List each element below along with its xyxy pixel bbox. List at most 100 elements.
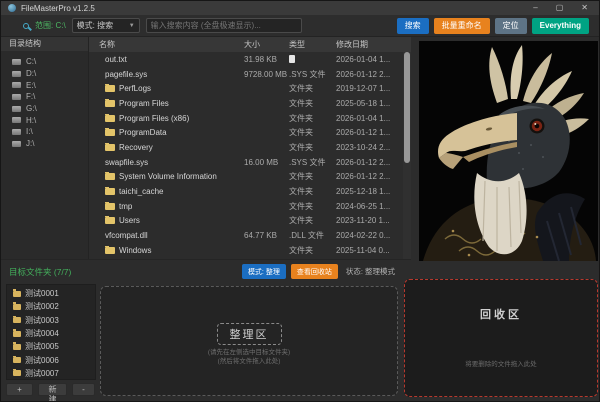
table-row[interactable]: Program Files (x86) 文件夹 2026-01-04 1... xyxy=(89,111,411,126)
remove-folder-button[interactable]: - xyxy=(72,383,95,396)
drive-icon xyxy=(12,71,21,77)
file-name: tmp xyxy=(119,202,132,211)
mode-toggle-button[interactable]: 模式: 整理 xyxy=(242,264,286,279)
drive-item[interactable]: F:\ xyxy=(1,91,88,103)
drive-label: F:\ xyxy=(26,92,35,101)
new-folder-button[interactable]: 新建 xyxy=(38,383,67,396)
target-folder-item[interactable]: 测试0005 xyxy=(7,340,95,353)
close-button[interactable]: ✕ xyxy=(581,1,588,15)
folder-icon xyxy=(13,304,21,310)
window-title: FileMasterPro v1.2.5 xyxy=(21,4,95,13)
maximize-button[interactable]: ▢ xyxy=(556,1,564,15)
target-folder-actions: + 新建 - xyxy=(6,383,96,396)
drive-icon xyxy=(12,82,21,88)
target-folder-item[interactable]: 测试0004 xyxy=(7,327,95,340)
drive-label: E:\ xyxy=(26,81,36,90)
file-date: 2024-02-22 0... xyxy=(336,231,402,240)
drive-label: H:\ xyxy=(26,116,36,125)
target-folder-item[interactable]: 测试0007 xyxy=(7,367,95,380)
mode-select-value: 模式: 搜索 xyxy=(77,20,113,31)
file-name: Users xyxy=(119,216,140,225)
drive-item[interactable]: D:\ xyxy=(1,68,88,80)
file-date: 2025-11-04 0... xyxy=(336,246,402,255)
minimize-button[interactable]: – xyxy=(533,1,537,15)
column-size[interactable]: 大小 xyxy=(244,39,289,50)
drive-label: C:\ xyxy=(26,57,36,66)
preview-panel xyxy=(419,41,598,261)
file-name: vfcompat.dll xyxy=(105,231,148,240)
view-recycle-button[interactable]: 查看回收站 xyxy=(291,264,338,279)
file-size: 64.77 KB xyxy=(244,231,289,240)
search-input[interactable] xyxy=(146,18,302,33)
scrollbar-thumb[interactable] xyxy=(404,52,410,163)
file-name: Program Files (x86) xyxy=(119,114,189,123)
file-date: 2026-01-12 2... xyxy=(336,172,402,181)
add-folder-button[interactable]: + xyxy=(6,383,33,396)
target-folder-label: 测试0007 xyxy=(25,368,59,379)
file-name: Windows xyxy=(119,246,151,255)
table-row[interactable]: vfcompat.dll 64.77 KB .DLL 文件 2024-02-22… xyxy=(89,228,411,243)
chevron-down-icon: ▼ xyxy=(129,23,135,29)
drive-icon xyxy=(12,106,21,112)
mode-select[interactable]: 模式: 搜索 ▼ xyxy=(72,18,140,33)
drive-item[interactable]: H:\ xyxy=(1,114,88,126)
table-row[interactable]: Windows 文件夹 2025-11-04 0... xyxy=(89,243,411,258)
drive-item[interactable]: C:\ xyxy=(1,56,88,68)
file-date: 2025-05-18 1... xyxy=(336,99,402,108)
table-row[interactable]: tmp 文件夹 2024-06-25 1... xyxy=(89,199,411,214)
file-name: ProgramData xyxy=(119,128,167,137)
table-row[interactable]: ProgramData 文件夹 2026-01-12 1... xyxy=(89,125,411,140)
target-folder-item[interactable]: 测试0001 xyxy=(7,287,95,300)
table-header: 名称 大小 类型 修改日期 xyxy=(89,37,411,52)
target-folder-item[interactable]: 测试0003 xyxy=(7,314,95,327)
drive-label: G:\ xyxy=(26,104,37,113)
table-row[interactable]: System Volume Information 文件夹 2026-01-12… xyxy=(89,170,411,185)
folder-icon xyxy=(105,173,115,180)
target-folder-label: 测试0001 xyxy=(25,288,59,299)
table-row[interactable]: Recovery 文件夹 2023-10-24 2... xyxy=(89,140,411,155)
folder-icon xyxy=(105,100,115,107)
drive-icon xyxy=(12,141,21,147)
recycle-zone-title: 回收区 xyxy=(405,306,597,322)
file-date: 2024-06-25 1... xyxy=(336,202,402,211)
folder-icon xyxy=(13,291,21,297)
drive-item[interactable]: E:\ xyxy=(1,79,88,91)
organize-zone-title: 整理区 xyxy=(217,323,282,345)
recycle-zone-hint: 将要删除的文件拖入此处 xyxy=(405,358,597,368)
everything-button[interactable]: Everything xyxy=(532,18,589,34)
table-row[interactable]: taichi_cache 文件夹 2025-12-18 1... xyxy=(89,184,411,199)
table-row[interactable]: PerfLogs 文件夹 2019-12-07 1... xyxy=(89,81,411,96)
locate-button[interactable]: 定位 xyxy=(495,18,527,34)
column-name[interactable]: 名称 xyxy=(89,39,244,50)
column-date[interactable]: 修改日期 xyxy=(336,39,402,50)
drive-label: I:\ xyxy=(26,127,33,136)
table-row[interactable]: out.txt 31.98 KB 2026-01-04 1... xyxy=(89,52,411,67)
table-scrollbar[interactable] xyxy=(403,52,411,259)
recycle-dropzone[interactable]: 回收区 将要删除的文件拖入此处 xyxy=(404,279,598,397)
organize-dropzone[interactable]: 整理区 (请先在左侧选中目标文件夹) (然后将文件拖入此处) xyxy=(100,286,398,396)
organize-zone-hint: (请先在左侧选中目标文件夹) (然后将文件拖入此处) xyxy=(101,348,397,367)
table-row[interactable]: Users 文件夹 2023-11-20 1... xyxy=(89,214,411,229)
file-name: Recovery xyxy=(119,143,153,152)
search-button[interactable]: 搜索 xyxy=(397,18,429,34)
drive-item[interactable]: J:\ xyxy=(1,138,88,150)
title-bar: FileMasterPro v1.2.5 – ▢ ✕ xyxy=(1,1,599,15)
folder-icon xyxy=(105,144,115,151)
file-type: 文件夹 xyxy=(289,113,313,124)
table-row[interactable]: swapfile.sys 16.00 MB .SYS 文件 2026-01-12… xyxy=(89,155,411,170)
table-row[interactable]: pagefile.sys 9728.00 MB .SYS 文件 2026-01-… xyxy=(89,67,411,82)
drive-icon xyxy=(12,117,21,123)
drive-item[interactable]: G:\ xyxy=(1,103,88,115)
table-row[interactable]: Program Files 文件夹 2025-05-18 1... xyxy=(89,96,411,111)
file-name: pagefile.sys xyxy=(105,70,147,79)
file-size: 9728.00 MB xyxy=(244,70,289,79)
batch-rename-button[interactable]: 批量重命名 xyxy=(434,18,490,34)
target-folder-item[interactable]: 测试0006 xyxy=(7,353,95,366)
column-type[interactable]: 类型 xyxy=(289,39,336,50)
folder-icon xyxy=(13,357,21,363)
folder-icon xyxy=(105,247,115,254)
drive-item[interactable]: I:\ xyxy=(1,126,88,138)
file-name: System Volume Information xyxy=(119,172,217,181)
file-type: 文件夹 xyxy=(289,186,313,197)
target-folder-item[interactable]: 测试0002 xyxy=(7,300,95,313)
